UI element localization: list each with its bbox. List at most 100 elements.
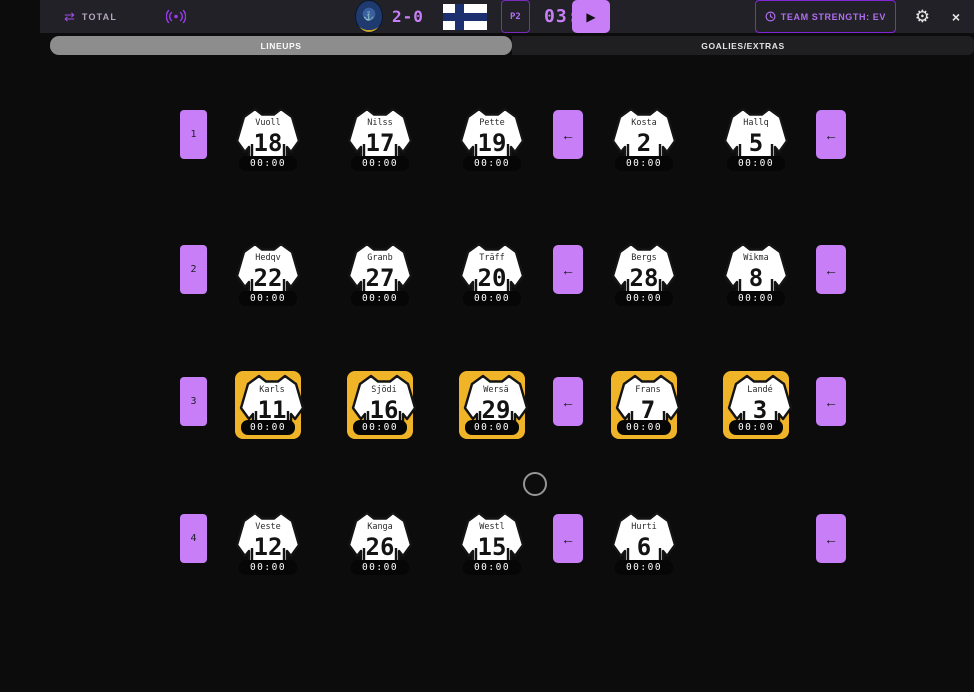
player-time-badge: 00:00: [351, 156, 409, 171]
play-button[interactable]: ▶: [572, 0, 610, 33]
svg-text:Träff: Träff: [479, 253, 505, 263]
player-time-badge: 00:00: [727, 291, 785, 306]
play-icon: ▶: [586, 11, 595, 23]
settings-gear-icon[interactable]: ⚙: [915, 0, 930, 33]
svg-text:Landé: Landé: [747, 384, 773, 395]
svg-text:8: 8: [749, 264, 763, 292]
player-jersey[interactable]: Westl 15 00:00: [459, 511, 525, 575]
svg-text:19: 19: [478, 129, 507, 157]
line-shift-arrow-button[interactable]: ←: [816, 377, 846, 426]
svg-text:Vuoll: Vuoll: [255, 118, 281, 128]
close-icon[interactable]: ×: [952, 0, 960, 33]
lineup-row-1: 1 Vuoll 18 00:00 Nilss 17 00:00 Pette 19…: [0, 107, 974, 177]
svg-text:Sjödi: Sjödi: [371, 385, 397, 395]
svg-text:6: 6: [637, 533, 651, 561]
svg-text:20: 20: [478, 264, 507, 292]
line-number-box[interactable]: 1: [180, 110, 207, 159]
svg-text:5: 5: [749, 129, 763, 157]
svg-text:Wersä: Wersä: [483, 385, 509, 395]
svg-text:Nilss: Nilss: [367, 118, 393, 128]
line-shift-arrow-button[interactable]: ←: [816, 245, 846, 294]
player-time-badge: 00:00: [351, 560, 409, 575]
player-time-badge: 00:00: [463, 560, 521, 575]
player-time-badge: 00:00: [727, 156, 785, 171]
lineup-row-4: 4 Veste 12 00:00 Kanga 26 00:00 Westl 15…: [0, 511, 974, 581]
player-jersey[interactable]: Träff 20 00:00: [459, 242, 525, 306]
lineup-row-3: 3 Karls 11 00:00 Sjödi 16 00:00 Wersä 29…: [0, 374, 974, 444]
top-bar: ⇄ TOTAL ⚓ 2-0 P2 03:10 ▶ T: [40, 0, 974, 33]
svg-text:26: 26: [366, 533, 395, 561]
score-display: 2-0: [392, 0, 424, 33]
player-time-badge: 00:00: [239, 560, 297, 575]
svg-text:Bergs: Bergs: [631, 253, 657, 263]
line-number-box[interactable]: 2: [180, 245, 207, 294]
svg-text:15: 15: [478, 533, 507, 561]
player-jersey[interactable]: Wikma 8 00:00: [723, 242, 789, 306]
player-jersey[interactable]: Kanga 26 00:00: [347, 511, 413, 575]
player-time-badge: 00:00: [615, 156, 673, 171]
line-shift-arrow-button[interactable]: ←: [553, 377, 583, 426]
tab-bar: LINEUPS GOALIES/EXTRAS: [50, 36, 974, 55]
line-number-box[interactable]: 3: [180, 377, 207, 426]
player-time-badge: 00:00: [463, 156, 521, 171]
svg-text:Wikma: Wikma: [743, 253, 769, 263]
line-number-box[interactable]: 4: [180, 514, 207, 563]
svg-text:17: 17: [366, 129, 395, 157]
player-jersey[interactable]: Veste 12 00:00: [235, 511, 301, 575]
team-strength-button[interactable]: TEAM STRENGTH: EV: [755, 0, 896, 33]
player-time-badge: 00:00: [615, 291, 673, 306]
line-shift-arrow-button[interactable]: ←: [553, 110, 583, 159]
tab-goalies-extras[interactable]: GOALIES/EXTRAS: [512, 36, 974, 55]
svg-text:Frans: Frans: [635, 385, 661, 395]
svg-text:Hallq: Hallq: [743, 118, 769, 128]
player-time-badge: 00:00: [463, 291, 521, 306]
svg-text:Kosta: Kosta: [631, 118, 657, 128]
player-time-badge: 00:00: [617, 420, 671, 435]
team-strength-label: TEAM STRENGTH: EV: [781, 12, 886, 22]
player-time-badge: 00:00: [615, 560, 673, 575]
tab-lineups[interactable]: LINEUPS: [50, 36, 512, 55]
svg-text:12: 12: [254, 533, 283, 561]
player-time-badge: 00:00: [239, 291, 297, 306]
player-time-badge: 00:00: [239, 156, 297, 171]
player-jersey[interactable]: Sjödi 16 00:00: [347, 371, 413, 439]
player-jersey[interactable]: Kosta 2 00:00: [611, 107, 677, 171]
player-jersey[interactable]: Hedqv 22 00:00: [235, 242, 301, 306]
total-mode-toggle[interactable]: ⇄ TOTAL: [64, 0, 117, 33]
player-jersey[interactable]: Hurti 6 00:00: [611, 511, 677, 575]
player-jersey[interactable]: Vuoll 18 00:00: [235, 107, 301, 171]
line-shift-arrow-button[interactable]: ←: [553, 514, 583, 563]
svg-text:Karls: Karls: [259, 385, 285, 395]
broadcast-icon[interactable]: [166, 0, 186, 33]
team-logo: ⚓: [355, 0, 383, 33]
svg-text:Westl: Westl: [479, 522, 505, 532]
svg-text:22: 22: [254, 264, 283, 292]
lineup-row-2: 2 Hedqv 22 00:00 Granb 27 00:00 Träff 20…: [0, 242, 974, 312]
finland-flag: [443, 0, 487, 33]
player-jersey[interactable]: Karls 11 00:00: [235, 371, 301, 439]
line-shift-arrow-button[interactable]: ←: [816, 514, 846, 563]
svg-text:Kanga: Kanga: [367, 522, 393, 532]
clock-icon: [765, 11, 776, 22]
player-time-badge: 00:00: [353, 420, 407, 435]
player-time-badge: 00:00: [729, 420, 783, 435]
player-jersey[interactable]: Frans 7 00:00: [611, 371, 677, 439]
svg-text:Hedqv: Hedqv: [255, 253, 281, 263]
player-jersey[interactable]: Wersä 29 00:00: [459, 371, 525, 439]
player-jersey[interactable]: Pette 19 00:00: [459, 107, 525, 171]
player-jersey[interactable]: Granb 27 00:00: [347, 242, 413, 306]
player-jersey[interactable]: Bergs 28 00:00: [611, 242, 677, 306]
period-badge: P2: [501, 0, 530, 33]
player-jersey[interactable]: Hallq 5 00:00: [723, 107, 789, 171]
player-jersey[interactable]: Nilss 17 00:00: [347, 107, 413, 171]
svg-text:27: 27: [366, 264, 395, 292]
line-shift-arrow-button[interactable]: ←: [816, 110, 846, 159]
line-shift-arrow-button[interactable]: ←: [553, 245, 583, 294]
svg-text:2: 2: [637, 129, 651, 157]
player-time-badge: 00:00: [465, 420, 519, 435]
player-time-badge: 00:00: [351, 291, 409, 306]
total-mode-label: TOTAL: [82, 12, 117, 22]
player-jersey[interactable]: Landé 3 00:00: [723, 371, 789, 439]
svg-text:Granb: Granb: [367, 253, 393, 263]
player-time-badge: 00:00: [241, 420, 295, 435]
